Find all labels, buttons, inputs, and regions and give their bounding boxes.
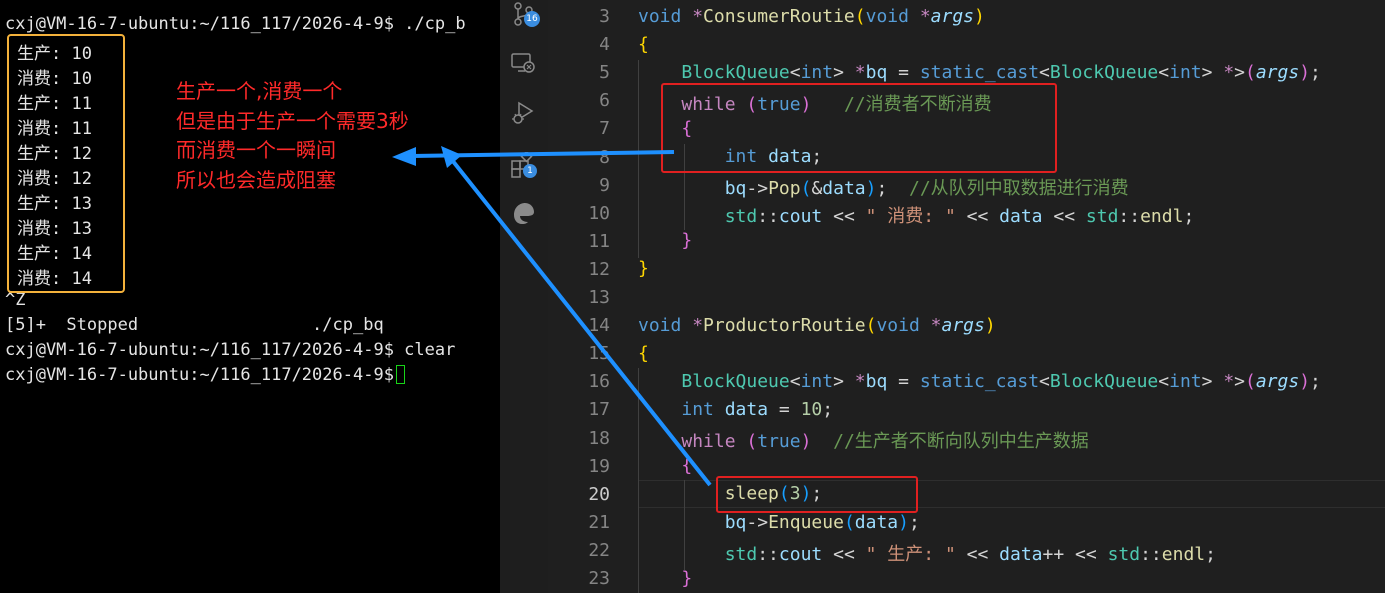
line-number: 7 <box>599 118 610 140</box>
output-highlight-box <box>7 34 125 293</box>
code-line-4: { <box>638 34 649 55</box>
terminal-ctrl-z: ^Z <box>5 290 26 310</box>
line-number: 4 <box>599 34 610 56</box>
line-number: 20 <box>588 483 610 505</box>
line-number: 19 <box>588 455 610 477</box>
code-line-17: int data = 10; <box>681 399 834 420</box>
line-number: 23 <box>588 568 610 589</box>
line-number: 17 <box>588 399 610 421</box>
line-number: 9 <box>599 174 610 196</box>
line-number: 8 <box>599 146 610 168</box>
code-line-9: bq->Pop(&data); //从队列中取数据进行消费 <box>724 178 1129 199</box>
code-line-22: std::cout << " 生产: " << data++ << std::e… <box>724 544 1216 565</box>
line-number: 5 <box>599 62 610 84</box>
code-line-16: BlockQueue<int> *bq = static_cast<BlockQ… <box>681 371 1321 392</box>
line-number: 3 <box>599 6 610 27</box>
terminal-line-clear: cxj@VM-16-7-ubuntu:~/116_117/2026-4-9$ c… <box>5 340 456 360</box>
line-number: 13 <box>588 287 610 308</box>
code-line-15: { <box>638 343 649 364</box>
consumer-loop-highlight-box <box>661 83 1057 173</box>
code-line-5: BlockQueue<int> *bq = static_cast<BlockQ… <box>681 62 1321 83</box>
line-number: 12 <box>588 258 610 280</box>
line-number: 22 <box>588 539 610 561</box>
annotation-text: 生产一个,消费一个 但是由于生产一个需要3秒 而消费一个一瞬间 所以也会造成阻塞 <box>176 79 409 192</box>
code-line-21: bq->Enqueue(data); <box>724 512 920 533</box>
code-line-18: while (true) //生产者不断向队列中生产数据 <box>681 431 1089 452</box>
code-line-10: std::cout << " 消费: " << data << std::end… <box>724 206 1195 227</box>
source-control-badge: 16 <box>524 11 540 27</box>
line-number: 10 <box>588 202 610 224</box>
edge-browser-icon[interactable] <box>510 200 536 226</box>
terminal-line-run: cxj@VM-16-7-ubuntu:~/116_117/2026-4-9$ .… <box>5 14 466 34</box>
line-number: 14 <box>588 315 610 337</box>
line-number: 15 <box>588 343 610 365</box>
extensions-badge: 1 <box>523 164 537 178</box>
extensions-icon[interactable]: 1 <box>510 150 537 178</box>
line-number: 18 <box>588 427 610 449</box>
remote-explorer-icon[interactable] <box>510 50 536 76</box>
activity-bar: 16 1 <box>500 0 549 593</box>
code-editor[interactable]: 3 4 5 6 7 8 9 10 11 12 13 14 15 16 17 18 19 20 21 22 23 void… <box>548 0 1385 593</box>
sleep-highlight-box <box>716 476 918 513</box>
terminal-stopped-line: [5]+ Stopped ./cp_bq <box>5 315 384 335</box>
line-number: 11 <box>588 230 610 252</box>
code-line-3: void *ConsumerRoutie(void *args) <box>638 6 985 27</box>
source-control-icon[interactable]: 16 <box>510 0 540 27</box>
code-line-19: { <box>681 455 693 476</box>
terminal-cursor <box>395 365 405 384</box>
code-line-23: } <box>681 568 693 589</box>
terminal-prompt-line[interactable]: cxj@VM-16-7-ubuntu:~/116_117/2026-4-9$ <box>5 365 405 385</box>
line-number: 21 <box>588 511 610 533</box>
run-debug-icon[interactable] <box>510 100 536 126</box>
line-number: 16 <box>588 371 610 393</box>
line-number: 6 <box>599 90 610 112</box>
code-line-14: void *ProductorRoutie(void *args) <box>638 315 996 336</box>
code-line-11: } <box>681 230 693 251</box>
code-line-12: } <box>638 258 649 279</box>
